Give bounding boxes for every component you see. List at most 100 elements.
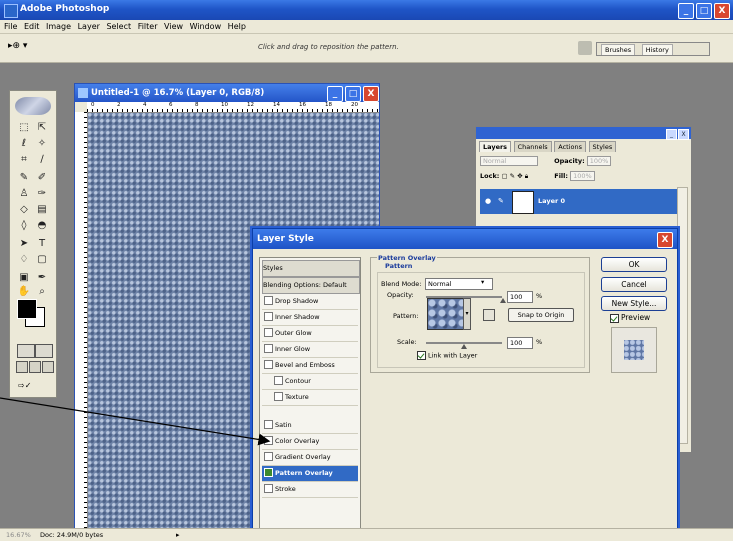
checkbox[interactable] (264, 312, 273, 321)
close-button[interactable]: X (714, 3, 730, 19)
menu-help[interactable]: Help (228, 20, 246, 33)
checkbox[interactable] (264, 360, 273, 369)
style-item-satin[interactable]: Satin (262, 418, 358, 434)
palette-close-button[interactable]: X (678, 129, 689, 140)
gradient-tool-icon[interactable]: ▤ (34, 203, 50, 217)
checkbox[interactable] (274, 376, 283, 385)
crop-tool-icon[interactable]: ⌗ (16, 153, 32, 167)
fill-field[interactable]: 100% (570, 171, 595, 181)
style-item-inner-glow[interactable]: Inner Glow (262, 342, 358, 358)
layer-row[interactable]: ● ✎ Layer 0 (480, 189, 681, 214)
screen-mode-full-icon[interactable] (42, 361, 54, 373)
tab-actions[interactable]: Actions (554, 141, 586, 152)
style-item-drop-shadow[interactable]: Drop Shadow (262, 294, 358, 310)
chevron-down-icon[interactable]: ▾ (481, 278, 484, 286)
menu-window[interactable]: Window (190, 20, 222, 33)
layers-scrollbar[interactable] (677, 187, 688, 444)
style-item-bevel-emboss[interactable]: Bevel and Emboss (262, 358, 358, 374)
maximize-button[interactable]: □ (696, 3, 712, 19)
screen-mode-standard-icon[interactable] (16, 361, 28, 373)
pen-tool-icon[interactable]: ♢ (16, 253, 32, 267)
lock-icons[interactable]: ▢ ✎ ✥ 🔒︎ (501, 172, 528, 180)
menu-layer[interactable]: Layer (78, 20, 100, 33)
quick-mask-icon[interactable] (35, 344, 53, 358)
checkbox[interactable] (264, 420, 273, 429)
style-item-texture[interactable]: Texture (262, 390, 358, 406)
scale-field[interactable]: 100 (507, 337, 533, 349)
menu-filter[interactable]: Filter (138, 20, 158, 33)
eyedropper-icon[interactable]: ✒ (34, 271, 50, 285)
slice-tool-icon[interactable]: ∕ (34, 153, 50, 167)
scale-slider-thumb[interactable] (461, 344, 467, 349)
layers-opacity-field[interactable]: 100% (586, 156, 612, 166)
file-browser-icon[interactable] (578, 41, 592, 55)
checkbox[interactable] (264, 452, 273, 461)
checkbox[interactable] (264, 296, 273, 305)
pattern-picker-arrow[interactable]: ▾ (463, 298, 471, 330)
new-style-button[interactable]: New Style... (601, 296, 667, 311)
dialog-close-button[interactable]: X (657, 232, 673, 248)
clone-stamp-icon[interactable]: ♙ (16, 187, 32, 201)
doc-maximize-button[interactable]: □ (345, 86, 361, 102)
well-tab-history[interactable]: History (641, 44, 673, 55)
screen-mode-full-menu-icon[interactable] (29, 361, 41, 373)
checkbox-checked[interactable] (264, 468, 273, 477)
path-select-icon[interactable]: ➤ (16, 237, 32, 251)
menu-select[interactable]: Select (106, 20, 131, 33)
tab-channels[interactable]: Channels (513, 141, 552, 152)
checkbox-checked[interactable] (417, 351, 426, 360)
dodge-tool-icon[interactable]: ◓ (34, 219, 50, 233)
app-titlebar[interactable]: Adobe Photoshop _ □ X (0, 0, 733, 20)
foreground-color-swatch[interactable] (17, 299, 37, 319)
new-preset-icon[interactable] (483, 309, 495, 321)
blur-tool-icon[interactable]: ◊ (16, 219, 32, 233)
menu-view[interactable]: View (164, 20, 183, 33)
style-item-inner-shadow[interactable]: Inner Shadow (262, 310, 358, 326)
style-item-color-overlay[interactable]: Color Overlay (262, 434, 358, 450)
magic-wand-icon[interactable]: ✧ (34, 137, 50, 151)
preview-checkbox[interactable]: Preview (610, 313, 650, 323)
brush-tool-icon[interactable]: ✐ (34, 171, 50, 185)
lasso-tool-icon[interactable]: ℓ (16, 137, 32, 151)
history-brush-icon[interactable]: ✑ (34, 187, 50, 201)
layers-blend-select[interactable]: Normal (480, 156, 538, 166)
checkbox-checked[interactable] (610, 313, 619, 323)
checkbox[interactable] (274, 392, 283, 401)
menu-image[interactable]: Image (46, 20, 71, 33)
style-item-gradient-overlay[interactable]: Gradient Overlay (262, 450, 358, 466)
style-item-stroke[interactable]: Stroke (262, 482, 358, 498)
tab-layers[interactable]: Layers (479, 141, 512, 152)
checkbox[interactable] (264, 344, 273, 353)
type-tool-icon[interactable]: T (34, 237, 50, 251)
style-item-outer-glow[interactable]: Outer Glow (262, 326, 358, 342)
pattern-swatch[interactable] (427, 298, 465, 330)
menu-file[interactable]: File (4, 20, 17, 33)
checkbox[interactable] (264, 436, 273, 445)
opacity-field[interactable]: 100 (507, 291, 533, 303)
jump-to-imageready-icon[interactable]: ⇨✓ (18, 381, 48, 392)
doc-minimize-button[interactable]: _ (327, 86, 343, 102)
horizontal-ruler[interactable]: 0 2 4 6 8 10 12 14 16 18 20 (87, 102, 379, 113)
eye-icon[interactable]: ● (485, 197, 491, 205)
tool-preset-picker[interactable]: ▸⊕ ▾ (8, 41, 34, 55)
opacity-slider-thumb[interactable] (500, 298, 506, 303)
style-item-pattern-overlay[interactable]: Pattern Overlay (262, 466, 358, 482)
link-with-layer-checkbox[interactable]: Link with Layer (417, 351, 477, 360)
standard-mode-icon[interactable] (17, 344, 35, 358)
tab-styles[interactable]: Styles (588, 141, 617, 152)
palette-titlebar[interactable]: _ X (476, 127, 691, 140)
hand-tool-icon[interactable]: ✋ (16, 285, 32, 299)
healing-brush-icon[interactable]: ✎ (16, 171, 32, 185)
dialog-titlebar[interactable]: Layer Style X (253, 229, 677, 249)
doc-close-button[interactable]: X (363, 86, 379, 102)
minimize-button[interactable]: _ (678, 3, 694, 19)
blending-options-item[interactable]: Blending Options: Default (262, 277, 360, 294)
checkbox[interactable] (264, 484, 273, 493)
well-tab-brushes[interactable]: Brushes (601, 44, 636, 55)
vertical-ruler[interactable] (75, 112, 88, 534)
menu-edit[interactable]: Edit (24, 20, 40, 33)
status-menu-arrow[interactable]: ▸ (176, 531, 180, 539)
zoom-tool-icon[interactable]: ⌕ (34, 285, 50, 299)
eraser-tool-icon[interactable]: ◇ (16, 203, 32, 217)
document-titlebar[interactable]: Untitled-1 @ 16.7% (Layer 0, RGB/8) _ □ … (75, 84, 379, 102)
